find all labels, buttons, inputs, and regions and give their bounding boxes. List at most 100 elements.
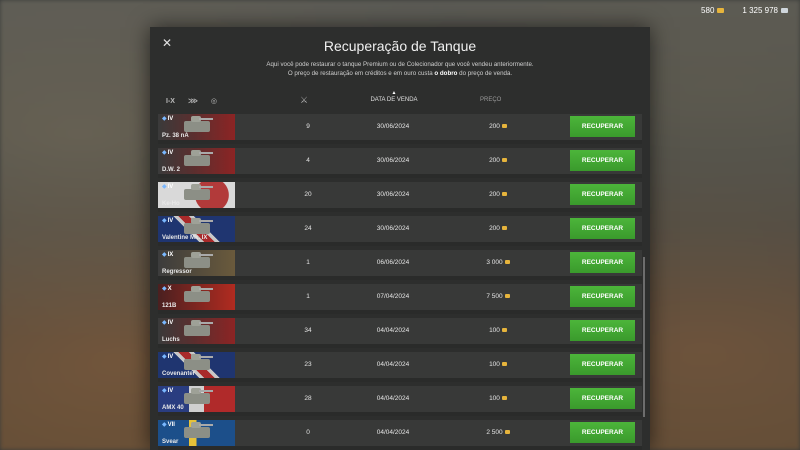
recover-button[interactable]: RECUPERAR: [570, 116, 635, 137]
tank-row: ◆X 121B 1 07/04/2024 7 500 RECUPERAR: [158, 284, 642, 314]
gold-icon: [504, 430, 510, 434]
price-amount: 200: [489, 123, 500, 130]
description-line-1: Aqui você pode restaurar o tanque Premiu…: [266, 61, 534, 68]
kills-column-icon[interactable]: ⚔: [300, 95, 308, 106]
tank-row: ◆IV Luchs 34 04/04/2024 100 RECUPERAR: [158, 318, 642, 348]
tank-icon: [184, 422, 213, 438]
sale-date: 06/06/2024: [376, 259, 410, 266]
currency-bar: 580 1 325 978: [701, 6, 788, 15]
tank-name: AMX 40: [162, 405, 184, 411]
tank-icon: [184, 286, 213, 302]
tank-name: 121B: [162, 303, 177, 309]
gold-icon: [501, 362, 507, 366]
sale-date: 04/04/2024: [376, 395, 410, 402]
gold-balance: 580: [701, 6, 725, 15]
restore-price: 100: [468, 361, 528, 368]
kills-value: 9: [306, 123, 310, 130]
silver-balance: 1 325 978: [742, 6, 788, 15]
tank-name: D.W. 2: [162, 167, 181, 173]
price-amount: 200: [489, 157, 500, 164]
premium-icon: ◆: [162, 218, 167, 224]
price-amount: 7 500: [486, 293, 503, 300]
tank-tier: ◆IX: [162, 251, 173, 258]
tank-row: ◆IV Ke-Ho 20 30/06/2024 200 RECUPERAR: [158, 182, 642, 212]
price-amount: 100: [489, 395, 500, 402]
restore-price: 200: [468, 225, 528, 232]
recover-button[interactable]: RECUPERAR: [570, 422, 635, 443]
tier-label: IV: [167, 320, 174, 326]
date-column-label: DATA DE VENDA: [370, 97, 418, 103]
recover-button[interactable]: RECUPERAR: [570, 252, 635, 273]
kills-value: 0: [306, 429, 310, 436]
tier-label: IV: [167, 218, 174, 224]
premium-icon: ◆: [162, 422, 167, 428]
tank-row: ◆VII Svear 0 04/04/2024 2 500 RECUPERAR: [158, 420, 642, 450]
tank-name: Covenanter: [162, 371, 196, 377]
premium-icon: ◆: [162, 388, 167, 394]
sale-date: 07/04/2024: [376, 293, 410, 300]
premium-icon: ◆: [162, 252, 167, 258]
recover-button[interactable]: RECUPERAR: [570, 218, 635, 239]
gold-icon: [717, 8, 725, 13]
restore-price: 2 500: [468, 429, 528, 436]
tank-row: ◆IX Regressor 1 06/06/2024 3 000 RECUPER…: [158, 250, 642, 280]
premium-icon: ◆: [162, 286, 167, 292]
sale-date: 04/04/2024: [376, 429, 410, 436]
gold-icon: [501, 396, 507, 400]
tank-name: Svear: [162, 439, 179, 445]
recover-button[interactable]: RECUPERAR: [570, 150, 635, 171]
credits-icon: [781, 8, 788, 13]
tank-tier: ◆IV: [162, 183, 173, 190]
sale-date: 30/06/2024: [376, 123, 410, 130]
tier-label: IV: [167, 116, 174, 122]
date-column-header[interactable]: ▲ DATA DE VENDA: [369, 90, 419, 103]
tank-icon: [184, 116, 213, 132]
recover-button[interactable]: RECUPERAR: [570, 286, 635, 307]
premium-icon: ◆: [162, 184, 167, 190]
gold-icon: [504, 260, 510, 264]
gold-icon: [501, 124, 507, 128]
tank-thumbnail: ◆IV Ke-Ho: [158, 182, 235, 208]
restore-price: 100: [468, 327, 528, 334]
tier-label: IX: [167, 252, 174, 258]
tank-row: ◆IV D.W. 2 4 30/06/2024 200 RECUPERAR: [158, 148, 642, 178]
tank-tier: ◆IV: [162, 115, 173, 122]
description-text-c: do preço de venda.: [459, 70, 513, 77]
tank-row: ◆IV Valentine Mk. IX 24 30/06/2024 200 R…: [158, 216, 642, 246]
recover-button[interactable]: RECUPERAR: [570, 320, 635, 341]
premium-icon: ◆: [162, 354, 167, 360]
tank-thumbnail: ◆IV D.W. 2: [158, 148, 235, 174]
price-amount: 200: [489, 191, 500, 198]
tank-thumbnail: ◆IV Valentine Mk. IX: [158, 216, 235, 242]
tank-tier: ◆IV: [162, 387, 173, 394]
kills-value: 20: [304, 191, 312, 198]
type-filter-icon[interactable]: ◎: [211, 97, 217, 105]
nation-filter-icon[interactable]: ⋙: [188, 97, 198, 105]
recover-button[interactable]: RECUPERAR: [570, 184, 635, 205]
restore-price: 100: [468, 395, 528, 402]
tank-icon: [184, 184, 213, 200]
sale-date: 30/06/2024: [376, 191, 410, 198]
scrollbar[interactable]: [643, 257, 645, 417]
recover-button[interactable]: RECUPERAR: [570, 388, 635, 409]
kills-value: 1: [306, 259, 310, 266]
recover-button[interactable]: RECUPERAR: [570, 354, 635, 375]
tier-filter-icon[interactable]: I-X: [166, 98, 175, 105]
sale-date: 30/06/2024: [376, 157, 410, 164]
price-amount: 200: [489, 225, 500, 232]
tank-list[interactable]: ◆IV Pz. 38 nA 9 30/06/2024 200 RECUPERAR…: [158, 114, 642, 450]
tank-name: Pz. 38 nA: [162, 133, 189, 139]
tank-tier: ◆IV: [162, 353, 173, 360]
tank-icon: [184, 218, 213, 234]
tank-icon: [184, 320, 213, 336]
restore-price: 200: [468, 191, 528, 198]
sort-arrow-icon: ▲: [391, 90, 397, 96]
kills-value: 1: [306, 293, 310, 300]
description-line-2: O preço de restauração em créditos e em …: [150, 69, 650, 78]
tier-label: IV: [167, 354, 174, 360]
price-amount: 100: [489, 361, 500, 368]
tank-tier: ◆IV: [162, 217, 173, 224]
price-column-header[interactable]: PREÇO: [480, 97, 501, 103]
tank-tier: ◆IV: [162, 319, 173, 326]
tier-label: IV: [167, 150, 174, 156]
